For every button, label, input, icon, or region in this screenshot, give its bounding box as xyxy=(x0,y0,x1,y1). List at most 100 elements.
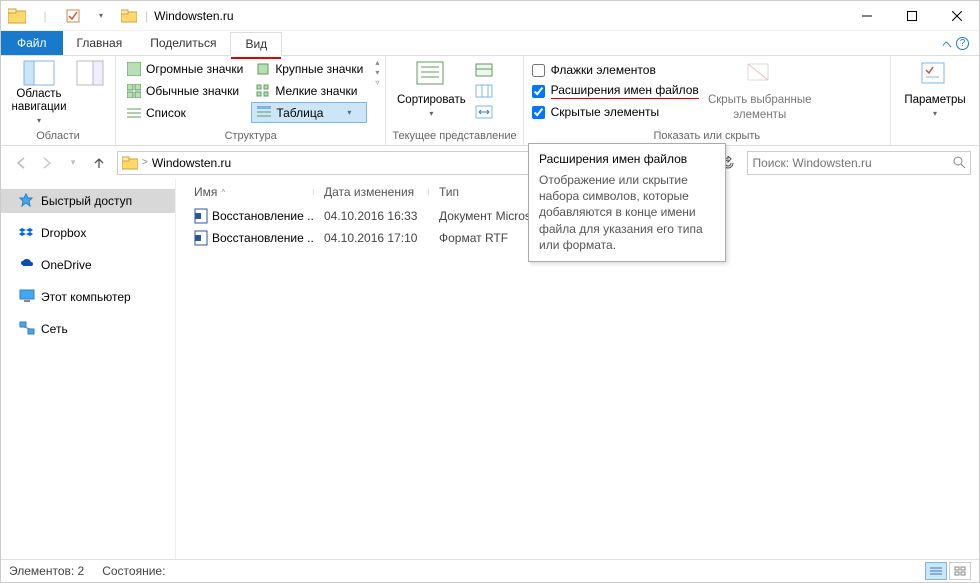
layout-large[interactable]: Крупные значки xyxy=(251,58,367,79)
search-input[interactable] xyxy=(752,156,953,170)
group-panes: Область навигации ▾ Области xyxy=(1,56,116,145)
table-icon xyxy=(256,105,272,121)
sidebar-label: Быстрый доступ xyxy=(41,194,132,208)
quick-access-toolbar: | ▾ | xyxy=(1,4,148,28)
layout-huge[interactable]: Огромные значки xyxy=(122,58,247,79)
tab-share[interactable]: Поделиться xyxy=(136,31,230,55)
star-icon xyxy=(19,193,35,209)
sidebar-label: Сеть xyxy=(41,322,68,336)
check-file-extensions[interactable]: Расширения имен файлов xyxy=(530,81,701,101)
preview-pane-button[interactable] xyxy=(75,58,109,124)
sidebar-network[interactable]: Сеть xyxy=(1,317,175,341)
check-hidden-items[interactable]: Скрытые элементы xyxy=(530,102,701,122)
check-item-boxes[interactable]: Флажки элементов xyxy=(530,60,701,80)
word-doc-icon xyxy=(194,230,208,246)
sort-asc-icon: ^ xyxy=(221,188,225,197)
back-button[interactable] xyxy=(9,151,33,175)
scroll-down-icon[interactable]: ▾ xyxy=(375,68,379,77)
sort-label: Сортировать xyxy=(397,94,466,107)
onedrive-icon xyxy=(19,257,35,273)
maximize-button[interactable] xyxy=(889,1,934,31)
up-button[interactable] xyxy=(87,151,111,175)
large-icons-icon xyxy=(255,61,271,77)
preview-pane-icon xyxy=(76,60,108,92)
layout-table[interactable]: Таблица▾ xyxy=(251,102,367,123)
options-button[interactable]: Параметры ▾ xyxy=(897,58,973,124)
address-bar-row: ▾ > Windowsten.ru ▾ xyxy=(1,146,979,179)
sidebar-quick-access[interactable]: Быстрый доступ xyxy=(1,189,175,213)
nav-pane-label: Область навигации xyxy=(7,88,71,114)
col-name[interactable]: Имя^ xyxy=(184,185,314,199)
layout-list[interactable]: Список xyxy=(122,102,247,123)
help-icon[interactable]: ? xyxy=(956,37,969,50)
qat-dropdown-icon[interactable]: ▾ xyxy=(89,4,113,28)
col-date[interactable]: Дата изменения xyxy=(314,185,429,199)
expand-icon[interactable]: ▿ xyxy=(375,78,379,87)
small-icons-icon xyxy=(255,83,271,99)
folder-icon xyxy=(122,156,138,170)
tooltip: Расширения имен файлов Отображение или с… xyxy=(528,143,726,262)
add-columns-icon[interactable]: ▾ xyxy=(474,83,494,103)
forward-button[interactable] xyxy=(35,151,59,175)
properties-icon[interactable] xyxy=(61,4,85,28)
ribbon: Область навигации ▾ Области Огромные зна… xyxy=(1,56,979,146)
hide-selected-label-2: элементы xyxy=(733,109,786,122)
sidebar-dropbox[interactable]: Dropbox xyxy=(1,221,175,245)
window-title: Windowsten.ru xyxy=(154,9,233,23)
nav-pane-button[interactable]: Область навигации ▾ xyxy=(7,58,71,124)
qat-separator-2: | xyxy=(145,9,148,23)
breadcrumb-sep[interactable]: > xyxy=(142,157,148,168)
group-current-view: Сортировать ▾ ▾ ▾ Текущее представление xyxy=(386,56,523,145)
group-view-label: Текущее представление xyxy=(392,128,516,145)
status-bar: Элементов: 2 Состояние: xyxy=(1,559,979,582)
minimize-button[interactable] xyxy=(844,1,889,31)
group-panes-label: Области xyxy=(7,128,109,145)
search-box[interactable] xyxy=(747,151,971,175)
hide-selected-button[interactable]: Скрыть выбранные элементы xyxy=(705,58,815,124)
tooltip-body: Отображение или скрытие набора символов,… xyxy=(539,172,715,253)
search-icon[interactable] xyxy=(953,156,966,169)
content-area: Быстрый доступ Dropbox OneDrive Этот ком… xyxy=(1,179,979,559)
group-options: Параметры ▾ xyxy=(891,56,979,145)
huge-icons-icon xyxy=(126,61,142,77)
ribbon-collapse[interactable]: ヘ ? xyxy=(932,31,979,55)
close-button[interactable] xyxy=(934,1,979,31)
sidebar-onedrive[interactable]: OneDrive xyxy=(1,253,175,277)
sidebar-label: OneDrive xyxy=(41,258,92,272)
chevron-down-icon: ▾ xyxy=(37,116,41,125)
nav-tree: Быстрый доступ Dropbox OneDrive Этот ком… xyxy=(1,179,176,559)
status-state: Состояние: xyxy=(102,564,165,578)
sidebar-label: Dropbox xyxy=(41,226,86,240)
group-show-hide: Флажки элементов Расширения имен файлов … xyxy=(524,56,891,145)
group-layout: Огромные значки Обычные значки Список Кр… xyxy=(116,56,386,145)
scroll-up-icon[interactable]: ▴ xyxy=(375,58,379,67)
list-icon xyxy=(126,105,142,121)
chevron-down-icon: ▾ xyxy=(429,109,433,118)
chevron-up-icon: ヘ xyxy=(942,36,952,51)
tab-file[interactable]: Файл xyxy=(1,31,63,55)
breadcrumb-item[interactable]: Windowsten.ru xyxy=(152,156,231,170)
item-count: Элементов: 2 xyxy=(9,564,84,578)
tab-home[interactable]: Главная xyxy=(63,31,137,55)
sort-icon xyxy=(415,60,447,92)
options-label: Параметры xyxy=(904,94,965,107)
layout-small[interactable]: Мелкие значки xyxy=(251,80,367,101)
group-by-icon[interactable]: ▾ xyxy=(474,62,494,82)
thumbnails-view-button[interactable] xyxy=(949,562,971,580)
folder-icon xyxy=(5,4,29,28)
details-view-button[interactable] xyxy=(925,562,947,580)
chevron-down-icon: ▾ xyxy=(933,109,937,118)
size-columns-icon[interactable] xyxy=(474,104,494,124)
folder-small-icon xyxy=(117,4,141,28)
view-toggle xyxy=(925,562,971,580)
dropbox-icon xyxy=(19,225,35,241)
sort-button[interactable]: Сортировать ▾ xyxy=(392,58,470,124)
tooltip-title: Расширения имен файлов xyxy=(539,152,715,166)
layout-normal[interactable]: Обычные значки xyxy=(122,80,247,101)
title-bar: | ▾ | Windowsten.ru xyxy=(1,1,979,31)
sidebar-this-pc[interactable]: Этот компьютер xyxy=(1,285,175,309)
recent-dropdown[interactable]: ▾ xyxy=(61,151,85,175)
tab-view[interactable]: Вид xyxy=(230,32,282,56)
window-controls xyxy=(844,1,979,31)
normal-icons-icon xyxy=(126,83,142,99)
